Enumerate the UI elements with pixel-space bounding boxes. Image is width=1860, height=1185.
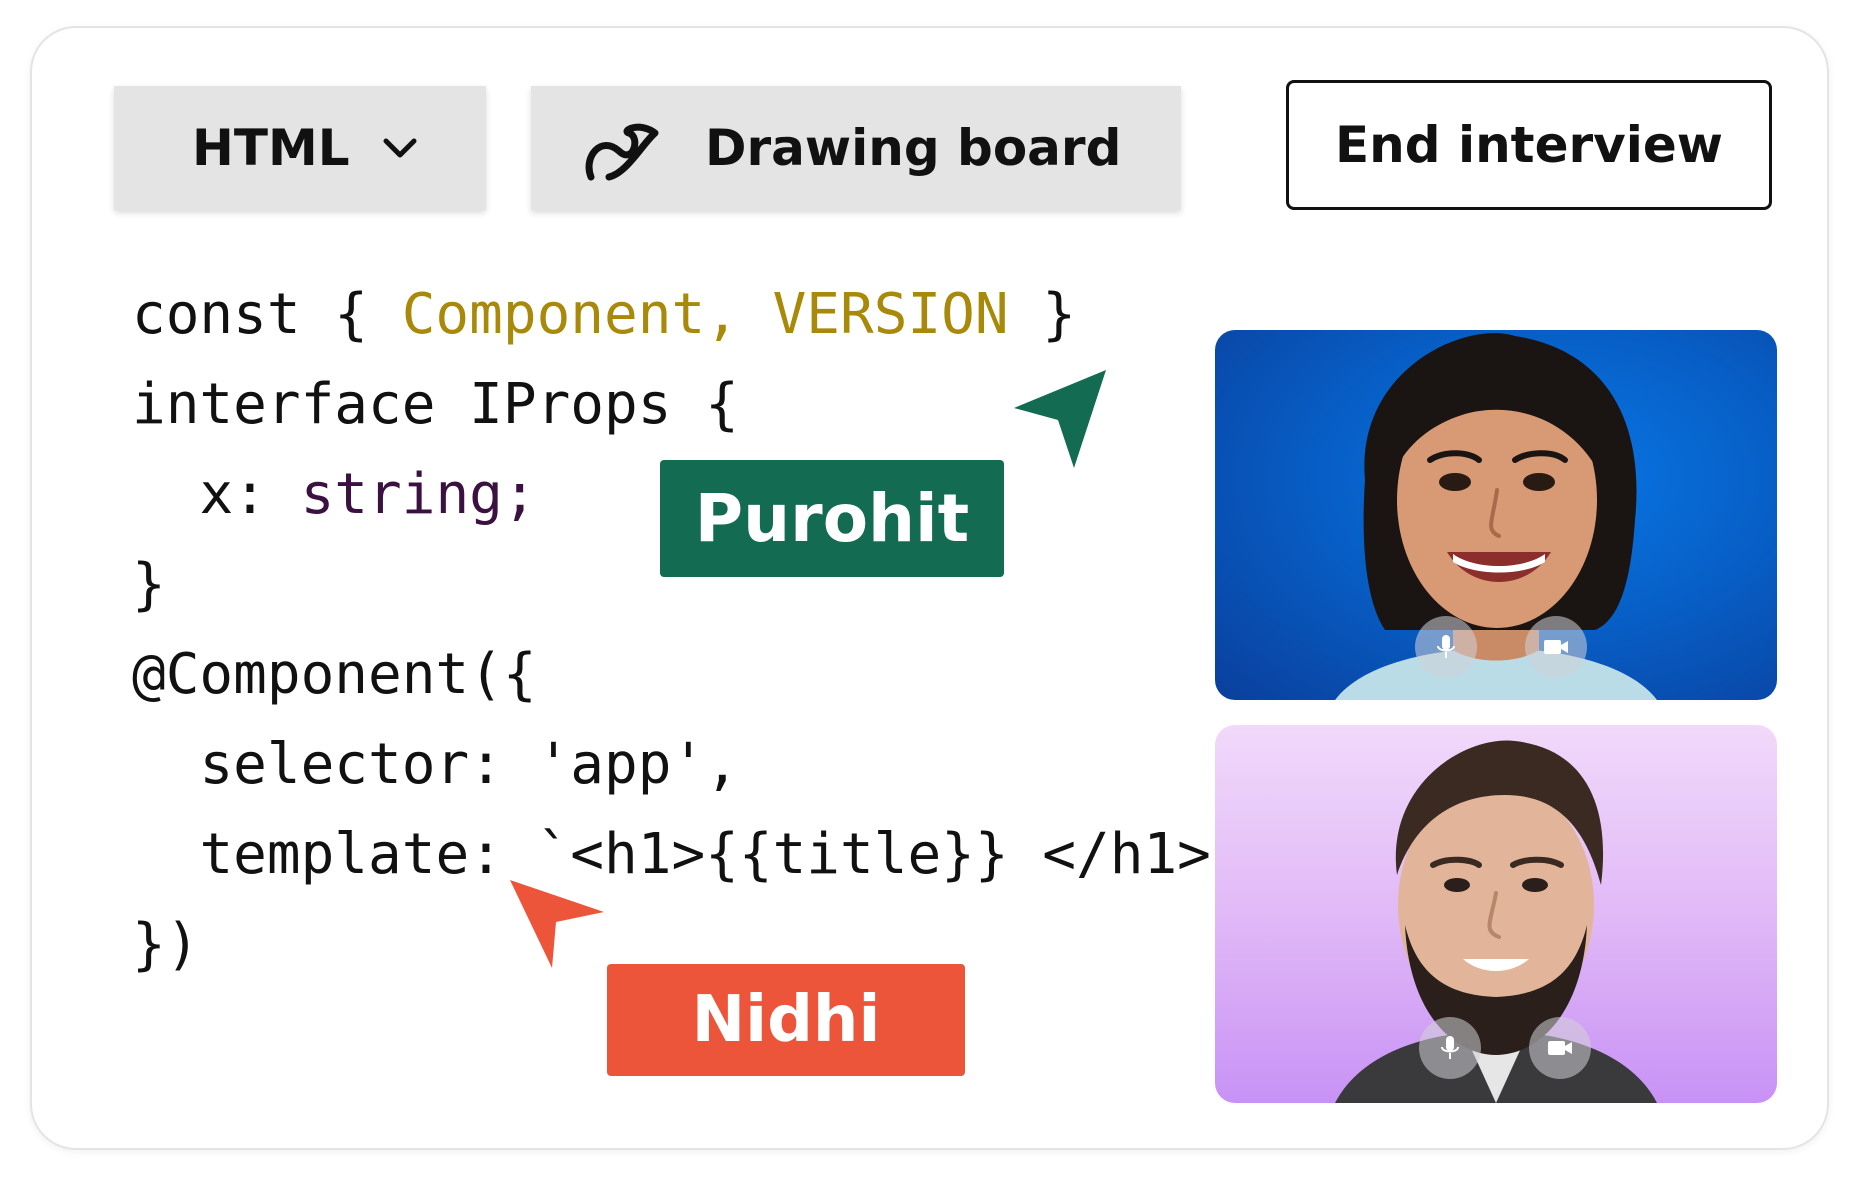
camera-toggle-button[interactable] bbox=[1529, 1017, 1591, 1079]
participant-photo bbox=[1335, 333, 1657, 700]
code-token: x: bbox=[199, 462, 301, 527]
code-line: @Component({ bbox=[132, 630, 1211, 720]
code-token: Component, VERSION bbox=[401, 282, 1009, 347]
video-tile-man bbox=[1215, 725, 1777, 1103]
camera-toggle-button[interactable] bbox=[1525, 616, 1587, 678]
collaborator-tag-nidhi: Nidhi bbox=[607, 964, 965, 1076]
squiggle-icon bbox=[585, 123, 659, 181]
drawing-board-label: Drawing board bbox=[705, 119, 1122, 177]
code-token: }) bbox=[132, 912, 200, 977]
mic-toggle-button[interactable] bbox=[1419, 1017, 1481, 1079]
collaborator-name: Nidhi bbox=[691, 983, 881, 1057]
end-interview-button[interactable]: End interview bbox=[1286, 80, 1772, 210]
code-token: @Component({ bbox=[132, 642, 537, 707]
drawing-board-button[interactable]: Drawing board bbox=[531, 86, 1181, 210]
code-token: selector: 'app', bbox=[199, 732, 739, 797]
code-token: } bbox=[132, 552, 166, 617]
collaborator-name: Purohit bbox=[694, 480, 970, 557]
cursor-pointer-icon bbox=[1014, 370, 1106, 468]
code-token: template: `<h1>{{title}} </h1> bbox=[199, 822, 1211, 887]
mic-toggle-button[interactable] bbox=[1415, 616, 1477, 678]
code-token: string; bbox=[300, 462, 537, 527]
participant-photo bbox=[1335, 740, 1657, 1103]
end-interview-label: End interview bbox=[1335, 116, 1723, 174]
code-line: const { Component, VERSION } bbox=[132, 270, 1211, 360]
mic-icon bbox=[1437, 635, 1455, 658]
code-token: const { bbox=[132, 282, 402, 347]
language-label: HTML bbox=[192, 119, 350, 177]
camera-icon bbox=[1544, 640, 1568, 654]
cursor-pointer-icon bbox=[510, 880, 604, 968]
video-tile-woman bbox=[1215, 330, 1777, 700]
code-line: selector: 'app', bbox=[132, 720, 1211, 810]
language-selector[interactable]: HTML bbox=[114, 86, 486, 210]
code-line: template: `<h1>{{title}} </h1> bbox=[132, 810, 1211, 900]
mic-icon bbox=[1441, 1036, 1459, 1059]
collaborator-tag-purohit: Purohit bbox=[660, 460, 1004, 577]
chevron-down-icon bbox=[383, 138, 417, 158]
camera-icon bbox=[1548, 1041, 1572, 1055]
code-token: } bbox=[1008, 282, 1077, 347]
code-token: interface IProps { bbox=[132, 372, 739, 437]
